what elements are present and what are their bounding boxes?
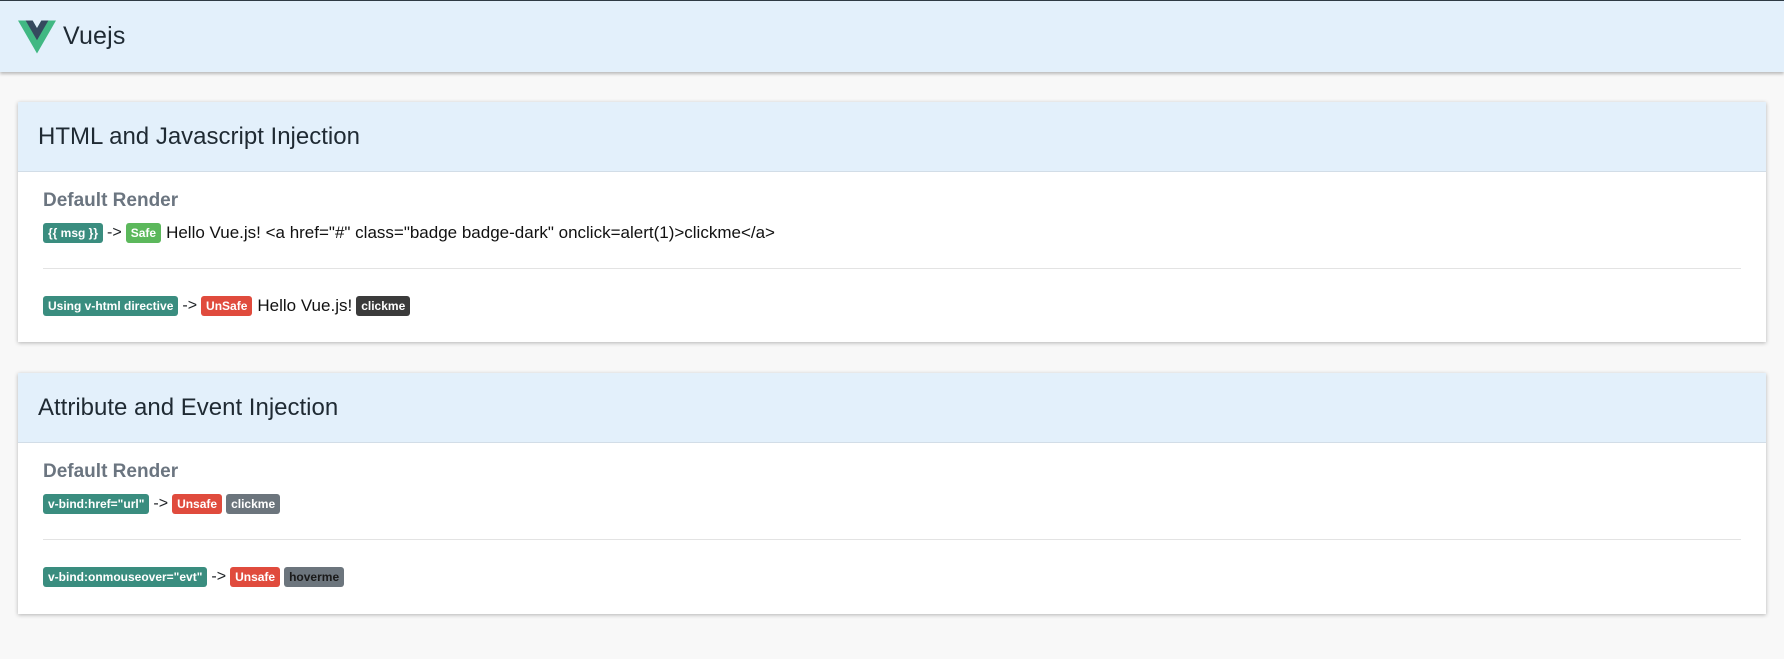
card-title: HTML and Javascript Injection xyxy=(18,102,1766,172)
example-row-href: v-bind:href="url" -> Unsafe clickme xyxy=(43,492,1741,516)
divider xyxy=(43,268,1741,269)
safe-badge: Safe xyxy=(125,223,162,243)
vue-logo-icon[interactable] xyxy=(18,20,56,54)
example-row-msg: {{ msg }} -> Safe Hello Vue.js! <a href=… xyxy=(43,221,1741,245)
code-badge: v-bind:onmouseover="evt" xyxy=(43,567,208,587)
rendered-output: Hello Vue.js! xyxy=(257,296,353,315)
arrow-text: -> xyxy=(211,568,227,585)
divider xyxy=(43,539,1741,540)
card-title: Attribute and Event Injection xyxy=(18,373,1766,443)
arrow-text: -> xyxy=(182,297,198,314)
clickme-link[interactable]: clickme xyxy=(226,494,281,514)
brand-title[interactable]: Vuejs xyxy=(63,22,126,51)
hoverme-link[interactable]: hoverme xyxy=(284,567,345,587)
card-body: Default Render v-bind:href="url" -> Unsa… xyxy=(18,443,1766,589)
unsafe-badge: UnSafe xyxy=(201,296,253,316)
arrow-text: -> xyxy=(153,495,169,512)
unsafe-badge: Unsafe xyxy=(230,567,281,587)
section-title: Default Render xyxy=(43,190,179,211)
code-badge: v-bind:href="url" xyxy=(43,494,150,514)
section-title: Default Render xyxy=(43,461,179,482)
escaped-output: Hello Vue.js! <a href="#" class="badge b… xyxy=(166,223,775,242)
card-attribute-event-injection: Attribute and Event Injection Default Re… xyxy=(18,373,1766,614)
card-html-js-injection: HTML and Javascript Injection Default Re… xyxy=(18,102,1766,342)
example-row-mouseover: v-bind:onmouseover="evt" -> Unsafe hover… xyxy=(43,565,1741,589)
unsafe-badge: Unsafe xyxy=(172,494,223,514)
top-navbar: Vuejs xyxy=(0,0,1784,72)
code-badge: {{ msg }} xyxy=(43,223,104,243)
card-body: Default Render {{ msg }} -> Safe Hello V… xyxy=(18,172,1766,318)
code-badge: Using v-html directive xyxy=(43,296,179,316)
clickme-link[interactable]: clickme xyxy=(356,296,411,316)
arrow-text: -> xyxy=(107,224,122,241)
example-row-vhtml: Using v-html directive -> UnSafe Hello V… xyxy=(43,294,1741,318)
